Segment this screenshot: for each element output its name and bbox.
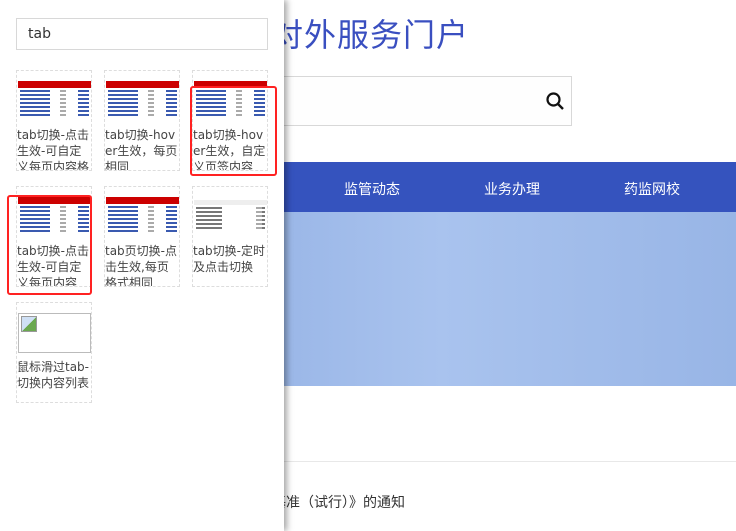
thumbnail bbox=[18, 81, 91, 122]
thumbnail bbox=[106, 81, 179, 122]
result-card[interactable]: 鼠标滑过tab-切换内容列表 bbox=[16, 302, 92, 403]
nav-item-services[interactable]: 业务办理 bbox=[484, 179, 540, 199]
thumbnail bbox=[106, 197, 179, 238]
result-card[interactable]: tab切换-定时及点击切换 bbox=[192, 186, 268, 287]
thumbnail bbox=[194, 197, 267, 238]
thumbnail bbox=[18, 197, 91, 238]
result-label: tab切换-hover生效，自定义页签内容 bbox=[193, 128, 266, 171]
thumbnail bbox=[194, 81, 267, 122]
result-label: tab切换-定时及点击切换 bbox=[193, 244, 266, 274]
result-label: tab切换-点击生效-可自定义每页内容格 bbox=[17, 128, 90, 171]
search-icon[interactable] bbox=[545, 91, 565, 111]
nav-item-school[interactable]: 药监网校 bbox=[624, 179, 680, 199]
result-card[interactable]: tab切换-点击生效-可自定义每页内容 bbox=[16, 186, 92, 287]
result-label: tab切换-点击生效-可自定义每页内容 bbox=[17, 244, 90, 287]
result-label: 鼠标滑过tab-切换内容列表 bbox=[17, 360, 90, 390]
result-card[interactable]: tab切换-点击生效-可自定义每页内容格 bbox=[16, 70, 92, 171]
result-card[interactable]: tab页切换-点击生效,每页格式相同 bbox=[104, 186, 180, 287]
result-label: tab切换-hover生效，每页相同 bbox=[105, 128, 178, 171]
component-search-panel: tab切换-点击生效-可自定义每页内容格 tab切换-hover生效，每页相同 … bbox=[0, 0, 284, 531]
result-label: tab页切换-点击生效,每页格式相同 bbox=[105, 244, 178, 287]
nav-item-regulation[interactable]: 监管动态 bbox=[344, 179, 400, 199]
component-search-input[interactable] bbox=[16, 18, 268, 50]
result-card[interactable]: tab切换-hover生效，自定义页签内容 bbox=[192, 70, 268, 171]
broken-image-icon bbox=[18, 313, 91, 353]
result-card[interactable]: tab切换-hover生效，每页相同 bbox=[104, 70, 180, 171]
